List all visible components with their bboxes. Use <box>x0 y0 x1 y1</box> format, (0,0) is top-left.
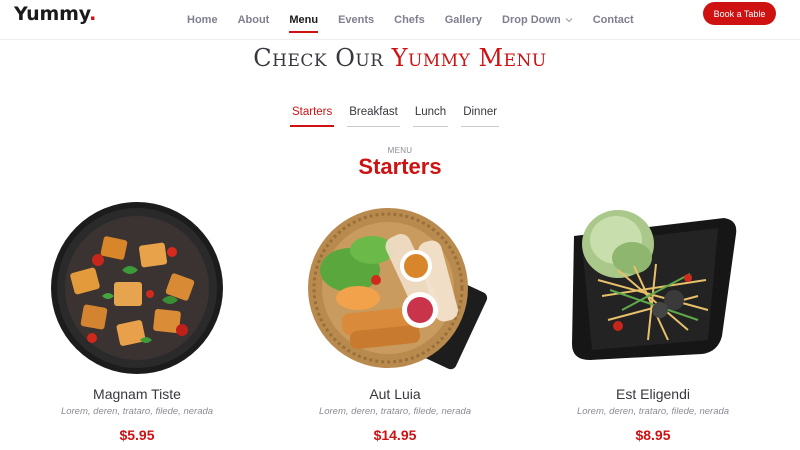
nav-about[interactable]: About <box>238 6 270 34</box>
menu-item-description: Lorem, deren, trataro, filede, nerada <box>318 406 472 417</box>
nav-menu[interactable]: Menu <box>289 6 318 34</box>
menu-item-name: Aut Luia <box>369 386 421 402</box>
menu-item[interactable]: Aut Luia Lorem, deren, trataro, filede, … <box>280 200 510 443</box>
logo-dot: . <box>89 3 97 25</box>
menu-heading: Starters <box>358 154 442 179</box>
menu-item-description: Lorem, deren, trataro, filede, nerada <box>60 406 214 417</box>
logo-text: Yummy <box>14 3 90 25</box>
nav-contact[interactable]: Contact <box>593 6 634 34</box>
menu-item-name: Est Eligendi <box>616 386 690 402</box>
menu-item-price: $5.95 <box>119 427 155 443</box>
main-nav: Home About Menu Events Chefs Gallery Dro… <box>187 0 654 40</box>
menu-item-name: Magnam Tiste <box>93 386 181 402</box>
section-title-prefix: Check Our <box>253 44 384 72</box>
nav-dropdown-label: Drop Down <box>502 14 561 26</box>
menu-tabs: Starters Breakfast Lunch Dinner <box>290 104 512 127</box>
tab-lunch[interactable]: Lunch <box>412 104 449 127</box>
nav-gallery[interactable]: Gallery <box>445 6 482 34</box>
menu-item-description: Lorem, deren, trataro, filede, nerada <box>576 406 730 417</box>
book-a-table-button[interactable]: Book a Table <box>703 2 776 25</box>
site-header: Yummy. Home About Menu Events Chefs Gall… <box>0 0 800 40</box>
menu-item-price: $14.95 <box>373 427 417 443</box>
menu-item-price: $8.95 <box>635 427 671 443</box>
tab-starters[interactable]: Starters <box>290 104 335 127</box>
section-title-highlight: Yummy Menu <box>391 44 547 72</box>
nav-chefs[interactable]: Chefs <box>394 6 425 34</box>
menu-item[interactable]: Magnam Tiste Lorem, deren, trataro, file… <box>22 200 252 443</box>
menu-item[interactable]: Est Eligendi Lorem, deren, trataro, file… <box>538 200 768 443</box>
tab-breakfast[interactable]: Breakfast <box>347 104 400 127</box>
nav-dropdown[interactable]: Drop Down <box>502 6 573 34</box>
nav-events[interactable]: Events <box>338 6 374 34</box>
menu-item-image[interactable] <box>538 200 768 380</box>
logo[interactable]: Yummy. <box>14 3 96 25</box>
tab-dinner[interactable]: Dinner <box>461 104 500 127</box>
chevron-down-icon <box>565 16 573 24</box>
section-title: Check Our Yummy Menu <box>0 44 800 72</box>
nav-home[interactable]: Home <box>187 6 218 34</box>
menu-item-image[interactable] <box>22 200 252 380</box>
menu-item-image[interactable] <box>280 200 510 380</box>
